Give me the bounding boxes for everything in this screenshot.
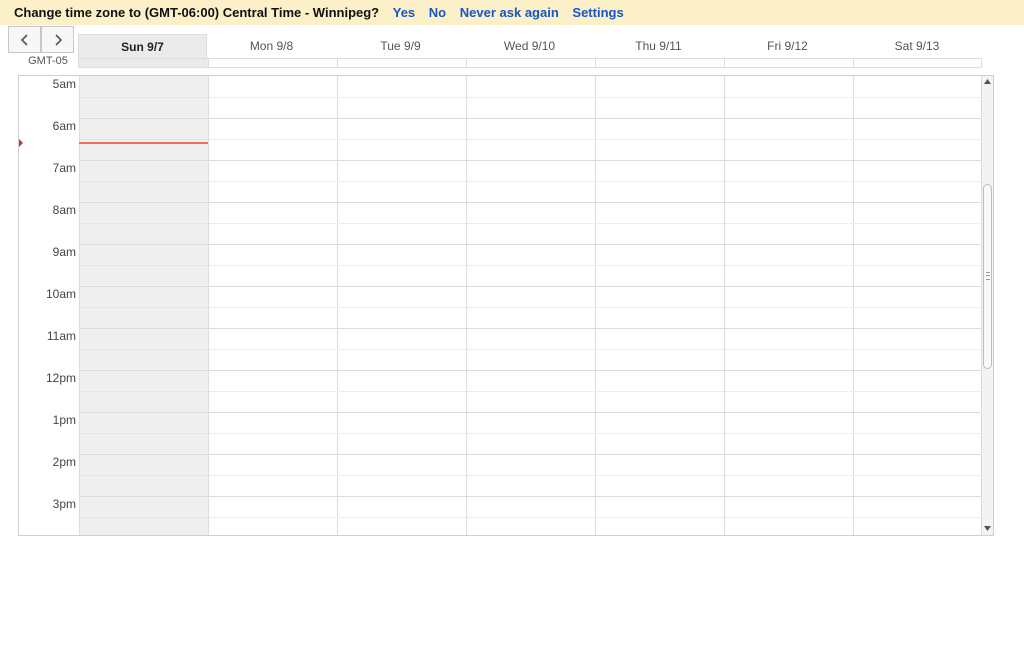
hour-label: 7am <box>52 161 76 175</box>
day-header[interactable]: Sun 9/7 <box>78 34 207 58</box>
today-column <box>79 76 208 535</box>
half-hour-line <box>79 433 982 434</box>
timezone-no-link[interactable]: No <box>429 5 446 20</box>
time-grid: 5am 6am 7am 8am 9am 10am 11am 12pm 1pm 2pm 3pm <box>18 75 994 536</box>
hour-label: 5am <box>52 77 76 91</box>
half-hour-line <box>79 307 982 308</box>
arrow-up-icon <box>984 79 991 84</box>
day-column-divider <box>724 76 725 535</box>
vertical-scrollbar[interactable] <box>981 76 993 535</box>
day-column-divider <box>595 76 596 535</box>
arrow-down-icon <box>984 526 991 531</box>
half-hour-line <box>79 265 982 266</box>
all-day-cell[interactable] <box>337 59 466 67</box>
scrollbar-thumb[interactable] <box>983 184 992 369</box>
day-header[interactable]: Tue 9/9 <box>336 34 465 58</box>
half-hour-line <box>79 391 982 392</box>
hour-label: 12pm <box>45 371 76 385</box>
half-hour-line <box>79 349 982 350</box>
day-header[interactable]: Wed 9/10 <box>465 34 594 58</box>
day-column-divider <box>466 76 467 535</box>
day-header[interactable]: Sat 9/13 <box>852 34 982 58</box>
day-column-divider <box>79 76 80 535</box>
hour-line <box>79 412 982 413</box>
all-day-cell[interactable] <box>595 59 724 67</box>
hour-line <box>79 160 982 161</box>
day-headers: Sun 9/7 Mon 9/8 Tue 9/9 Wed 9/10 Thu 9/11 Fri… <box>78 34 982 58</box>
hour-line <box>79 118 982 119</box>
timezone-message: Change time zone to (GMT-06:00) Central … <box>14 5 380 20</box>
hour-label: 10am <box>45 287 76 301</box>
all-day-row[interactable] <box>78 58 982 68</box>
all-day-cell[interactable] <box>853 59 982 67</box>
timezone-yes-link[interactable]: Yes <box>393 5 415 20</box>
hour-label: 3pm <box>52 497 76 511</box>
hour-label: 6am <box>52 119 76 133</box>
half-hour-line <box>79 223 982 224</box>
timezone-never-ask-link[interactable]: Never ask again <box>460 5 559 20</box>
hour-label: 2pm <box>52 455 76 469</box>
half-hour-line <box>79 97 982 98</box>
current-time-marker-icon <box>19 139 23 148</box>
half-hour-line <box>79 475 982 476</box>
half-hour-line <box>79 139 982 140</box>
hour-line <box>79 244 982 245</box>
hour-line <box>79 286 982 287</box>
day-header[interactable]: Thu 9/11 <box>594 34 723 58</box>
hour-label: 11am <box>46 329 76 343</box>
timezone-banner: Change time zone to (GMT-06:00) Central … <box>0 0 1024 25</box>
hour-label: 1pm <box>52 413 76 427</box>
half-hour-line <box>79 181 982 182</box>
hour-line <box>79 454 982 455</box>
hour-label: 9am <box>52 245 76 259</box>
next-week-button[interactable] <box>41 26 74 53</box>
hour-label: 8am <box>52 203 76 217</box>
time-grid-body[interactable]: 5am 6am 7am 8am 9am 10am 11am 12pm 1pm 2pm 3pm <box>19 76 982 535</box>
hour-line <box>79 202 982 203</box>
all-day-cell[interactable] <box>208 59 337 67</box>
current-time-line <box>79 142 208 145</box>
all-day-cell[interactable] <box>724 59 853 67</box>
hour-line <box>79 496 982 497</box>
hour-line <box>79 370 982 371</box>
day-column-divider <box>853 76 854 535</box>
scroll-up-button[interactable] <box>982 76 993 88</box>
chevron-left-icon <box>20 34 28 46</box>
previous-week-button[interactable] <box>8 26 41 53</box>
chevron-right-icon <box>55 34 63 46</box>
day-header[interactable]: Fri 9/12 <box>723 34 852 58</box>
day-header[interactable]: Mon 9/8 <box>207 34 336 58</box>
scroll-down-button[interactable] <box>982 523 993 535</box>
all-day-cell[interactable] <box>79 59 208 67</box>
all-day-cell[interactable] <box>466 59 595 67</box>
day-column-divider <box>337 76 338 535</box>
hour-line <box>79 328 982 329</box>
timezone-settings-link[interactable]: Settings <box>572 5 623 20</box>
timezone-label: GMT-05 <box>28 55 68 67</box>
grip-icon <box>986 272 990 280</box>
half-hour-line <box>79 517 982 518</box>
day-column-divider <box>208 76 209 535</box>
